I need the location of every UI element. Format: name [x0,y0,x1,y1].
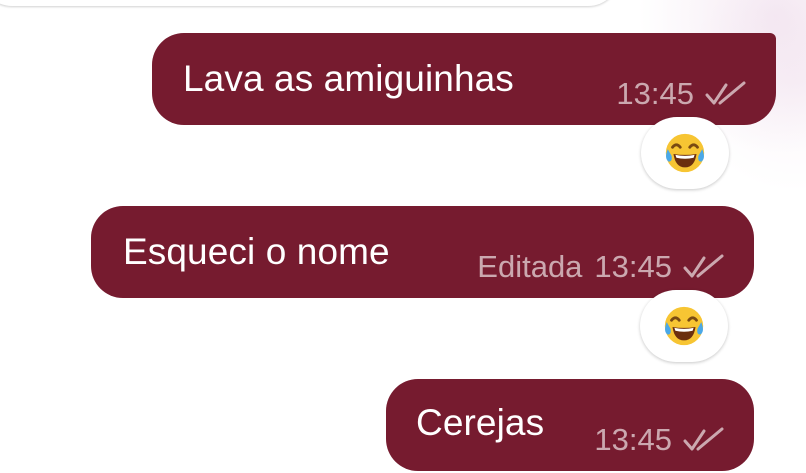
face-with-tears-of-joy-emoji [665,133,705,173]
message-time: 13:45 [594,249,672,284]
message-time: 13:45 [616,76,694,111]
message-text: Lava as amiguinhas [183,58,514,99]
message-reaction[interactable] [641,117,729,189]
outgoing-message-bubble[interactable]: Lava as amiguinhas 13:45 [152,33,776,125]
message-reaction[interactable] [640,290,728,362]
outgoing-message-bubble[interactable]: Cerejas 13:45 [386,379,754,471]
message-meta: 13:45 [616,77,748,111]
message-text: Esqueci o nome [123,231,390,272]
double-check-icon [683,427,724,451]
double-check-icon [683,254,724,278]
message-meta: 13:45 [594,423,726,457]
message-text: Cerejas [416,402,545,443]
outgoing-message-bubble[interactable]: Esqueci o nome Editada 13:45 [91,206,754,298]
message-time: 13:45 [594,422,672,457]
face-with-tears-of-joy-emoji [664,306,704,346]
message-meta: Editada 13:45 [477,250,726,284]
edited-label: Editada [477,249,583,284]
incoming-message-bubble-partial[interactable] [0,0,620,6]
double-check-icon [705,81,746,105]
